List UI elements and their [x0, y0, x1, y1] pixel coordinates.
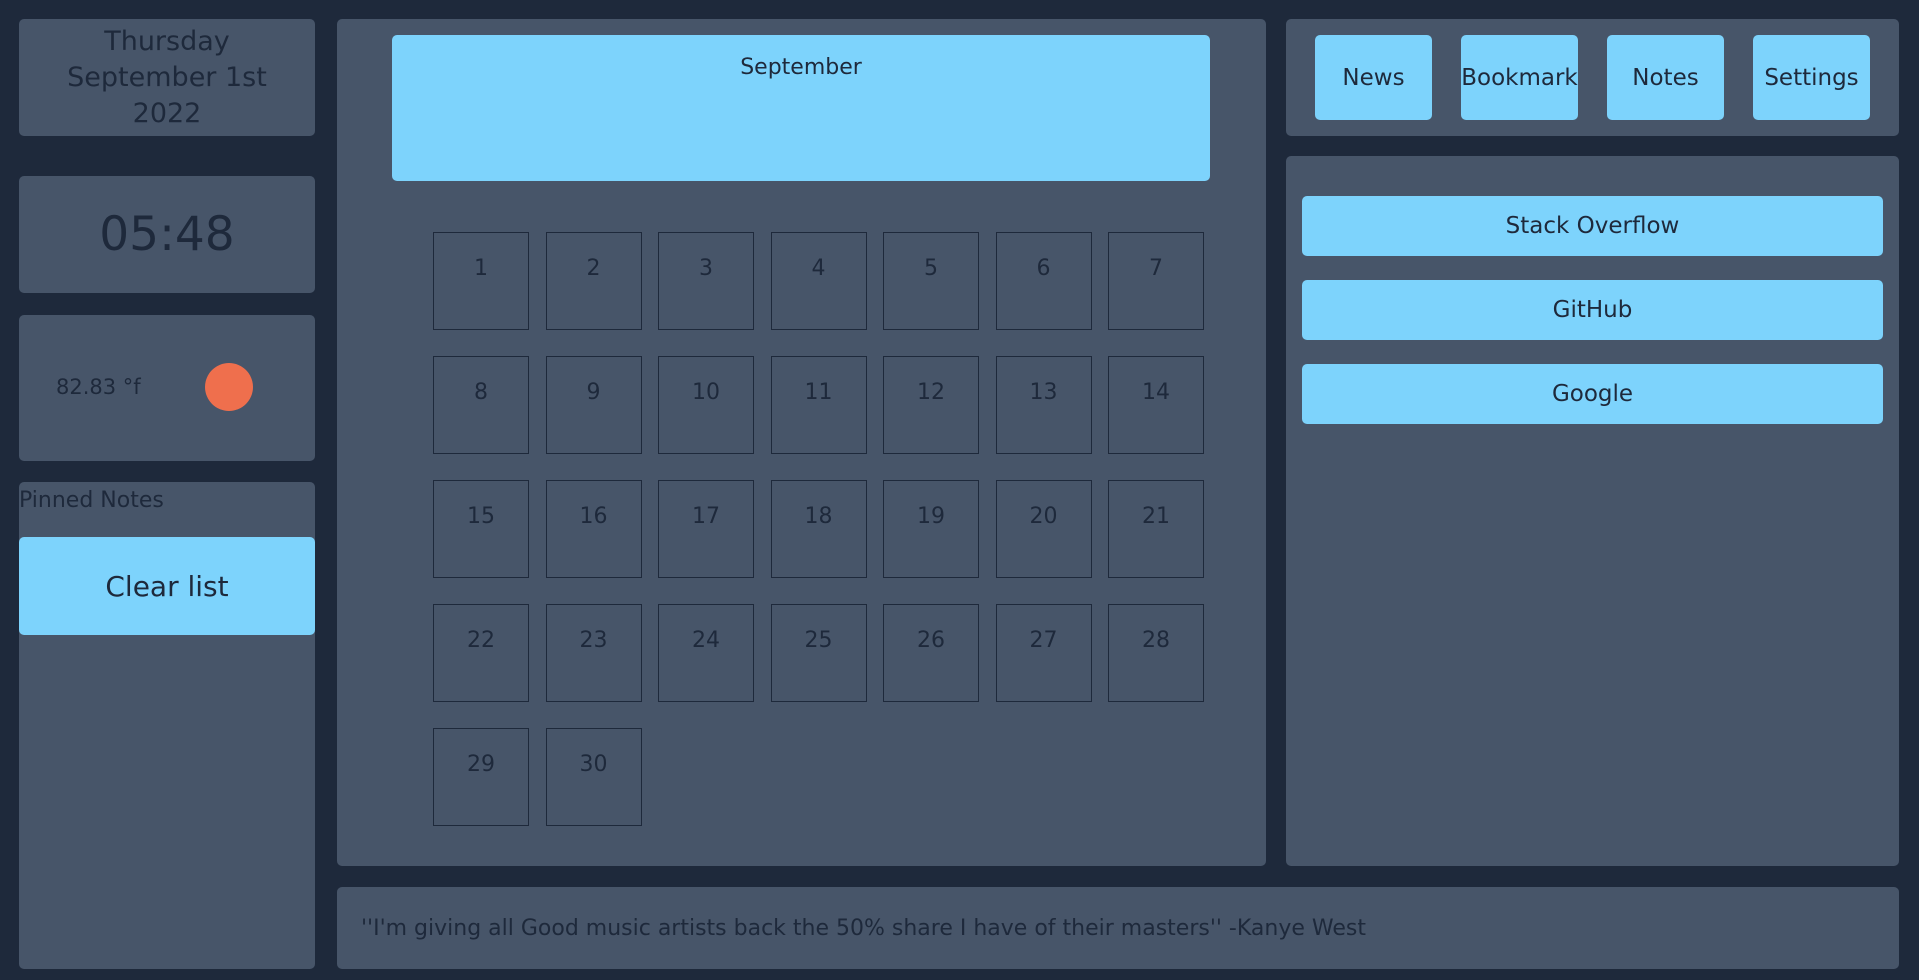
calendar-panel: September 1 2 3 4 5 6 7 8 9 10 11 12 13 14 15 16 17 18 19 2… [337, 19, 1266, 866]
calendar-day[interactable]: 21 [1108, 480, 1204, 578]
calendar-month-header: September [392, 35, 1210, 181]
calendar-day[interactable]: 8 [433, 356, 529, 454]
news-button-label: News [1342, 64, 1405, 91]
calendar-day[interactable]: 6 [995, 232, 1092, 330]
calendar-day[interactable]: 10 [658, 356, 754, 454]
notes-button[interactable]: Notes [1607, 35, 1724, 120]
calendar-day[interactable]: 29 [433, 728, 529, 826]
calendar-day[interactable]: 2 [545, 232, 642, 330]
calendar-month-label: September [740, 55, 862, 80]
bookmarks-panel: Stack Overflow GitHub Google [1286, 156, 1899, 866]
calendar-day[interactable]: 18 [770, 480, 867, 578]
calendar-day-label: 23 [579, 628, 608, 653]
bookmark-button[interactable]: Bookmark [1461, 35, 1578, 120]
calendar-day-label: 8 [474, 380, 488, 405]
calendar-day-label: 17 [692, 504, 720, 529]
calendar-day[interactable]: 1 [433, 232, 529, 330]
calendar-day-label: 29 [467, 752, 495, 777]
nav-panel: News Bookmark Notes Settings [1286, 19, 1899, 136]
clock-time: 05:48 [99, 207, 235, 262]
calendar-day-label: 2 [586, 256, 601, 281]
bookmark-stack-overflow[interactable]: Stack Overflow [1302, 196, 1883, 256]
quote-panel: ''I'm giving all Good music artists back… [337, 887, 1899, 969]
calendar-day-label: 3 [699, 256, 713, 281]
calendar-day-label: 7 [1149, 256, 1163, 281]
calendar-day[interactable]: 3 [658, 232, 754, 330]
calendar-day[interactable]: 16 [545, 480, 642, 578]
calendar-day-label: 4 [811, 256, 826, 281]
calendar-day[interactable]: 28 [1108, 604, 1204, 702]
calendar-day[interactable]: 27 [995, 604, 1092, 702]
calendar-day-label: 15 [467, 504, 495, 529]
calendar-day-label: 24 [692, 628, 720, 653]
calendar-day[interactable]: 13 [995, 356, 1092, 454]
calendar-day[interactable]: 23 [545, 604, 642, 702]
news-button[interactable]: News [1315, 35, 1432, 120]
settings-button[interactable]: Settings [1753, 35, 1870, 120]
calendar-day[interactable]: 7 [1108, 232, 1204, 330]
calendar-day[interactable]: 26 [883, 604, 979, 702]
calendar-day-label: 22 [467, 628, 495, 653]
bookmark-google-label: Google [1551, 381, 1634, 407]
calendar-day-label: 20 [1029, 504, 1058, 529]
calendar-day-label: 13 [1029, 380, 1058, 405]
quote-text: ''I'm giving all Good music artists back… [361, 915, 1366, 941]
calendar-day[interactable]: 20 [995, 480, 1092, 578]
calendar-day[interactable]: 22 [433, 604, 529, 702]
pinned-notes-title: Pinned Notes [19, 488, 164, 513]
notes-button-label: Notes [1632, 64, 1699, 91]
calendar-day-label: 28 [1142, 628, 1170, 653]
bookmark-github[interactable]: GitHub [1302, 280, 1883, 340]
weather-panel: 82.83 °f [19, 315, 315, 461]
clear-list-button[interactable]: Clear list [19, 537, 315, 635]
calendar-day[interactable]: 5 [883, 232, 979, 330]
calendar-day[interactable]: 15 [433, 480, 529, 578]
calendar-day-label: 18 [804, 504, 833, 529]
calendar-day-label: 9 [586, 380, 601, 405]
pinned-notes-panel: Pinned Notes Clear list [19, 482, 315, 969]
calendar-day[interactable]: 24 [658, 604, 754, 702]
calendar-day-label: 1 [474, 256, 488, 281]
clock-panel: 05:48 [19, 176, 315, 293]
calendar-day-label: 30 [579, 752, 608, 777]
calendar-day-label: 12 [917, 380, 945, 405]
calendar-day-label: 10 [692, 380, 720, 405]
settings-button-label: Settings [1764, 64, 1859, 91]
bookmark-github-label: GitHub [1552, 297, 1633, 323]
weather-indicator-icon [205, 363, 253, 411]
calendar-day-label: 25 [804, 628, 833, 653]
calendar-day-label: 11 [804, 380, 833, 405]
calendar-day[interactable]: 4 [770, 232, 867, 330]
calendar-day[interactable]: 30 [545, 728, 642, 826]
calendar-day-label: 5 [924, 256, 938, 281]
weather-temperature: 82.83 °f [56, 375, 141, 399]
calendar-day-label: 16 [579, 504, 608, 529]
date-panel: Thursday September 1st 2022 [19, 19, 315, 136]
calendar-day[interactable]: 9 [545, 356, 642, 454]
calendar-day[interactable]: 12 [883, 356, 979, 454]
calendar-days-grid: 1 2 3 4 5 6 7 8 9 10 11 12 13 14 15 16 17 18 19 20 21 22 23 24 2… [433, 232, 1204, 826]
date-weekday: Thursday [104, 25, 230, 57]
calendar-day[interactable]: 25 [770, 604, 867, 702]
calendar-day-label: 14 [1142, 380, 1170, 405]
calendar-day-label: 6 [1036, 256, 1051, 281]
bookmark-stack-overflow-label: Stack Overflow [1505, 213, 1680, 239]
calendar-day[interactable]: 11 [770, 356, 867, 454]
calendar-day-label: 27 [1029, 628, 1058, 653]
clear-list-label: Clear list [105, 569, 229, 603]
date-month-day: September 1st [67, 61, 267, 93]
calendar-day-label: 26 [917, 628, 945, 653]
calendar-day-label: 19 [917, 504, 945, 529]
bookmark-google[interactable]: Google [1302, 364, 1883, 424]
calendar-day-label: 21 [1142, 504, 1170, 529]
calendar-day[interactable]: 17 [658, 480, 754, 578]
date-year: 2022 [132, 97, 202, 129]
calendar-day[interactable]: 14 [1108, 356, 1204, 454]
calendar-day[interactable]: 19 [883, 480, 979, 578]
bookmark-button-label: Bookmark [1461, 64, 1578, 91]
